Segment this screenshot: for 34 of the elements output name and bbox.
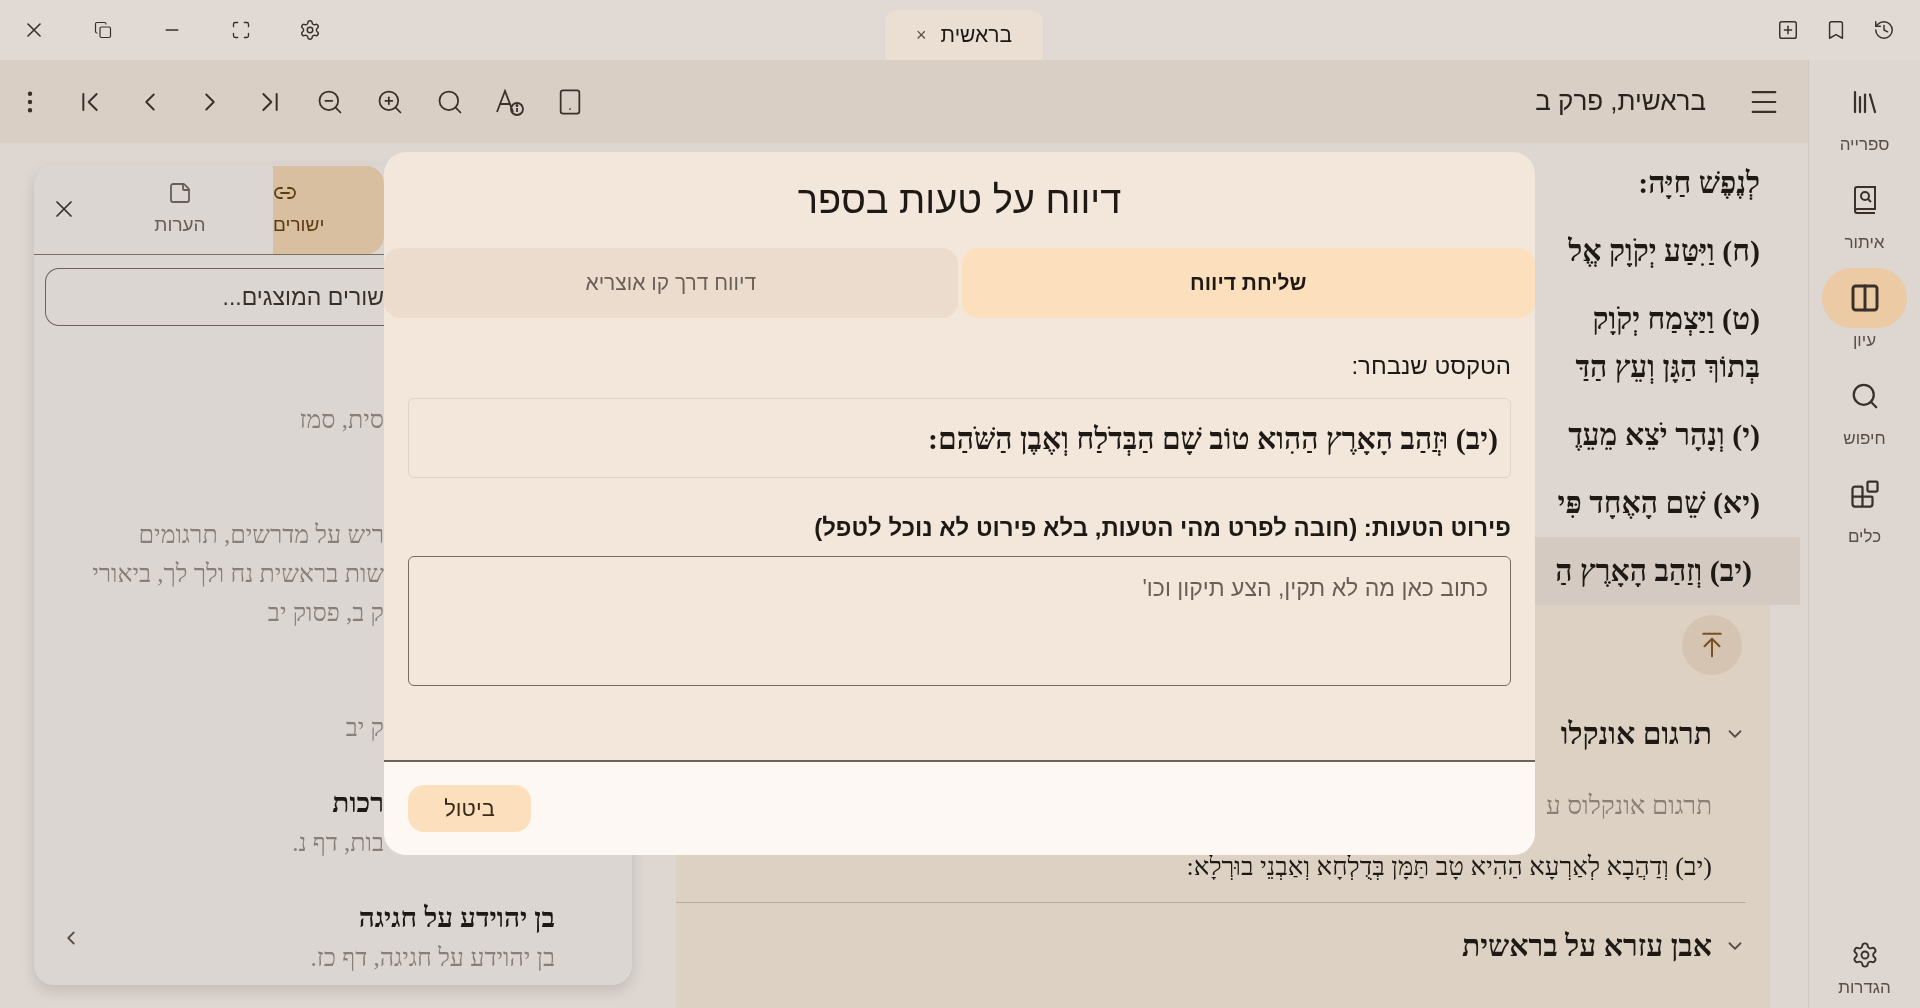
result-title: רכות: [332, 786, 384, 820]
settings-rail-item[interactable]: הגדרות: [1838, 940, 1891, 1000]
result-snippet: בות, דף נ.: [292, 828, 384, 858]
result-snippet: שות בראשית נח ולך לך, ביאורי: [92, 559, 384, 589]
commentary-text: (יב) וְדַהֲבָא לְאַרְעָא הַהִיא טָב תַּמָּן בְּדֻלְחָא וְאַבְנֵי בוּרְלָא:: [1185, 851, 1712, 883]
rail-item[interactable]: איתור: [1822, 170, 1907, 268]
commentary-title: אבן עזרא על בראשית: [1461, 928, 1712, 964]
tab-title: בראשית: [940, 22, 1012, 49]
result-title: בן יהוידע על חגיגה: [358, 901, 555, 935]
result-snippet: ק יב: [345, 713, 384, 743]
rail-item[interactable]: ספרייה: [1822, 72, 1907, 170]
selected-verse: (יב) וּזֲהַב הָאָרֶץ הַהִוא טוֹב שָׁם הַבְּדֹלַח וְאֶבֶן הַשֹּׁהַם:: [927, 420, 1498, 458]
rail-item[interactable]: כלים: [1822, 464, 1907, 562]
result-snippet: סית, סמז: [299, 405, 384, 435]
dialog-tab[interactable]: דיווח דרך קו אוצריא: [384, 248, 958, 318]
field-label: פירוט הטעות: (חובה לפרט מהי הטעות, בלא פירוט לא נוכל לטפל): [813, 513, 1511, 543]
document-tab[interactable]: בראשית ×: [885, 10, 1043, 60]
link-result[interactable]: בן יהוידע על חגיגה בן יהוידע על חגיגה, דף כז.: [34, 898, 632, 977]
dialog-tab[interactable]: שליחת דיווח: [961, 248, 1535, 318]
commentary-title: תרגום אונקלו: [1560, 716, 1712, 752]
details-field[interactable]: כתוב כאן מה לא תקין, הצע תיקון וכו': [408, 556, 1511, 686]
result-snippet: בן יהוידע על חגיגה, דף כז.: [310, 943, 555, 973]
result-snippet: ק ב, פסוק יב: [267, 598, 384, 628]
result-snippet: ריש על מדרשים, תרגומים: [138, 520, 384, 550]
search-field[interactable]: שורים המוצגים...: [45, 268, 384, 326]
cancel-button[interactable]: ביטול: [408, 785, 531, 832]
field-label: הטקסט שנבחר:: [1350, 351, 1511, 381]
rail-item[interactable]: חיפוש: [1822, 366, 1907, 464]
dialog-title: דיווח על טעות בספר: [797, 178, 1122, 223]
location-title: בראשית, פרק ב: [1535, 85, 1706, 118]
panel-tab[interactable]: הערות: [115, 166, 245, 254]
panel-tab[interactable]: ישורים: [273, 166, 384, 254]
commentary-source: תרגום אונקלוס ע: [1544, 790, 1712, 822]
tab-close-button[interactable]: ×: [916, 21, 927, 49]
